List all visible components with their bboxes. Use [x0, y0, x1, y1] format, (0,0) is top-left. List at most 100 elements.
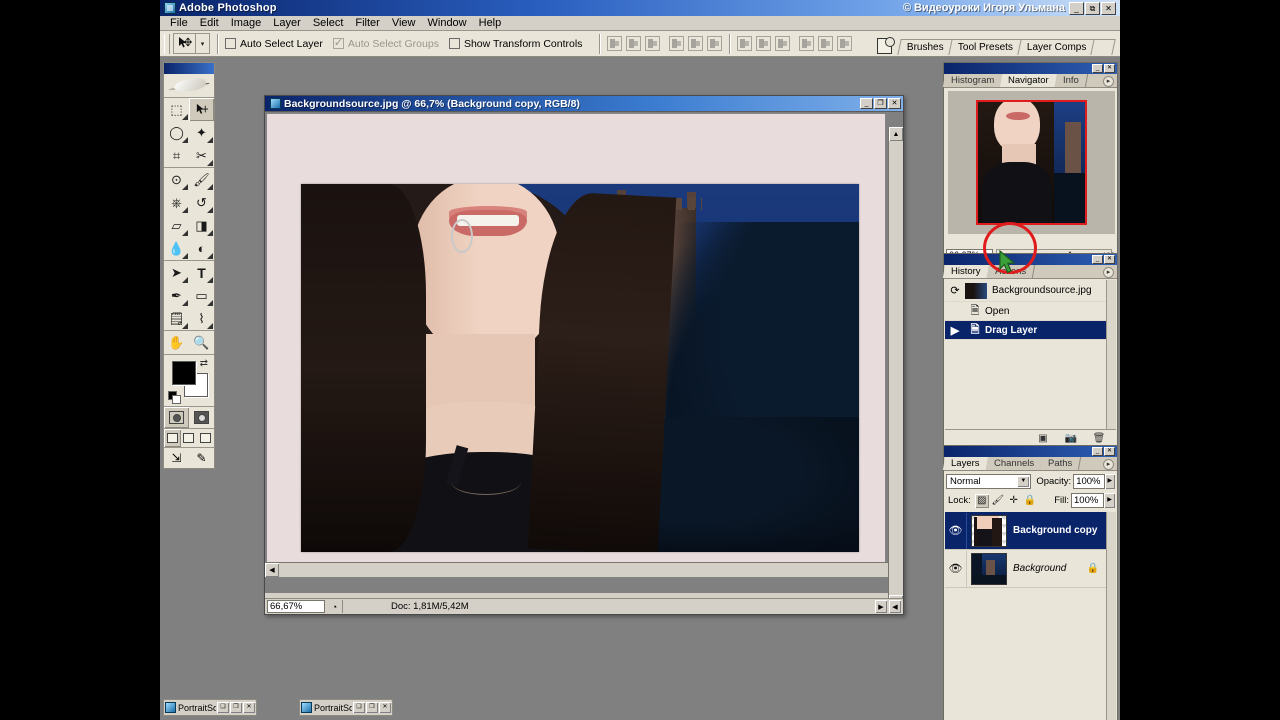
magic-wand-tool[interactable]: ✦ — [189, 121, 214, 144]
app-restore-button[interactable]: ⧉ — [1085, 1, 1100, 15]
tab-history[interactable]: History — [942, 265, 990, 278]
opacity-field[interactable]: 100% — [1073, 474, 1105, 489]
palette-tab-layer-comps[interactable]: Layer Comps — [1016, 39, 1096, 55]
scroll-left-arrow[interactable]: ◀ — [265, 563, 279, 577]
navigator-minimize-button[interactable]: _ — [1092, 64, 1103, 73]
standard-screen-mode-button[interactable] — [164, 429, 181, 447]
brush-tool[interactable]: 🖌 — [189, 168, 214, 191]
zoom-level-field[interactable]: 66,67% — [267, 600, 325, 613]
layers-title-bar[interactable]: _ ✕ — [944, 446, 1117, 457]
history-close-button[interactable]: ✕ — [1104, 255, 1115, 264]
quick-mask-mode-button[interactable] — [189, 407, 214, 428]
eyedropper-tool[interactable]: ⌇ — [189, 307, 214, 330]
palette-tab-brushes[interactable]: Brushes — [897, 39, 954, 55]
history-source-toggle[interactable]: ▶ — [945, 322, 965, 339]
go-to-bridge-icon[interactable] — [874, 35, 895, 55]
tab-info[interactable]: Info — [1054, 74, 1088, 87]
navigator-view-box[interactable] — [976, 100, 1087, 225]
menu-help[interactable]: Help — [473, 16, 508, 31]
align-horizontal-centers-icon[interactable] — [688, 36, 704, 51]
lock-image-pixels-icon[interactable]: 🖌 — [991, 494, 1005, 508]
opacity-stepper[interactable]: ▶ — [1104, 474, 1115, 489]
document-maximize-button[interactable]: ❐ — [874, 98, 887, 109]
layer-row-background-copy[interactable]: 👁 Background copy — [945, 512, 1107, 550]
jump-to-icon[interactable]: ✎ — [189, 448, 214, 468]
distribute-horizontal-centers-icon[interactable] — [818, 36, 834, 51]
document-horizontal-scrollbar[interactable]: ◀ — [265, 562, 888, 577]
type-tool[interactable]: T — [189, 261, 214, 284]
status-left-arrow[interactable]: ◀ — [889, 600, 901, 613]
path-selection-tool[interactable]: ➤ — [164, 261, 189, 284]
layers-scrollbar[interactable] — [1106, 512, 1116, 720]
align-left-edges-icon[interactable] — [669, 36, 685, 51]
layer-visibility-icon[interactable]: 👁 — [945, 550, 967, 587]
app-close-button[interactable]: ✕ — [1101, 1, 1116, 15]
align-top-edges-icon[interactable] — [607, 36, 623, 51]
minimized-restore-button[interactable]: ❏ — [217, 702, 229, 713]
document-preview-icon[interactable]: ◔ — [327, 600, 343, 613]
distribute-bottom-edges-icon[interactable] — [775, 36, 791, 51]
menu-select[interactable]: Select — [307, 16, 350, 31]
current-tool-chip[interactable]: ▾ — [173, 33, 210, 54]
minimized-maximize-button[interactable]: ❐ — [366, 702, 378, 713]
zoom-tool[interactable]: 🔍 — [189, 331, 214, 354]
new-snapshot-icon[interactable]: 📷 — [1064, 432, 1078, 445]
navigator-thumbnail-area[interactable] — [948, 91, 1115, 234]
gradient-tool[interactable]: ◨ — [189, 214, 214, 237]
layers-menu-icon[interactable]: ▸ — [1103, 459, 1114, 470]
distribute-vertical-centers-icon[interactable] — [756, 36, 772, 51]
fill-field[interactable]: 100% — [1071, 493, 1104, 508]
full-screen-with-menubar-button[interactable] — [181, 429, 198, 447]
lasso-tool[interactable]: ◯ — [164, 121, 189, 144]
history-state-drag-layer[interactable]: ▶ 🗎 Drag Layer — [945, 321, 1107, 340]
navigator-menu-icon[interactable]: ▸ — [1103, 76, 1114, 87]
palette-tab-tool-presets[interactable]: Tool Presets — [947, 39, 1023, 55]
pen-tool[interactable]: ✒ — [164, 284, 189, 307]
auto-select-layer-checkbox[interactable]: Auto Select Layer — [225, 38, 323, 50]
dodge-tool[interactable]: ◐ — [189, 237, 214, 260]
layer-row-background[interactable]: 👁 Background 🔒 — [945, 550, 1107, 588]
rectangular-marquee-tool[interactable]: ⬚ — [164, 98, 189, 121]
layer-list[interactable]: 👁 Background copy 👁 Background 🔒 — [945, 512, 1107, 720]
history-scrollbar[interactable] — [1106, 280, 1116, 429]
history-minimize-button[interactable]: _ — [1092, 255, 1103, 264]
full-screen-mode-button[interactable] — [197, 429, 214, 447]
menu-image[interactable]: Image — [225, 16, 268, 31]
scroll-up-arrow[interactable]: ▲ — [889, 127, 903, 141]
foreground-color-swatch[interactable] — [172, 361, 196, 385]
lock-position-icon[interactable]: ✛ — [1007, 494, 1021, 508]
document-vertical-scrollbar[interactable]: ▲ ▼ — [888, 127, 903, 609]
align-right-edges-icon[interactable] — [707, 36, 723, 51]
toolbox-title-bar[interactable] — [164, 63, 214, 74]
healing-brush-tool[interactable]: ⊙ — [164, 168, 189, 191]
lock-transparent-pixels-icon[interactable]: ▨ — [974, 493, 989, 508]
menu-layer[interactable]: Layer — [267, 16, 307, 31]
layers-close-button[interactable]: ✕ — [1104, 447, 1115, 456]
history-menu-icon[interactable]: ▸ — [1103, 267, 1114, 278]
notes-tool[interactable]: 🗒 — [164, 307, 189, 330]
document-minimize-button[interactable]: _ — [860, 98, 873, 109]
tab-histogram[interactable]: Histogram — [942, 74, 1004, 87]
new-document-icon[interactable]: ▣ — [1036, 432, 1050, 445]
minimized-document-2[interactable]: PortraitSour... ❏ ❐ ✕ — [299, 699, 393, 716]
document-close-button[interactable]: ✕ — [888, 98, 901, 109]
minimized-maximize-button[interactable]: ❐ — [230, 702, 242, 713]
tab-navigator[interactable]: Navigator — [1000, 74, 1059, 87]
tab-layers[interactable]: Layers — [942, 457, 989, 470]
distribute-top-edges-icon[interactable] — [737, 36, 753, 51]
blur-tool[interactable]: 💧 — [164, 237, 189, 260]
history-state-list[interactable]: ⟳ Backgroundsource.jpg 🗎 Open ▶ 🗎 Drag L… — [945, 280, 1107, 429]
snapshot-source-icon[interactable]: ⟳ — [945, 282, 965, 299]
app-minimize-button[interactable]: _ — [1069, 1, 1084, 15]
shape-tool[interactable]: ▭ — [189, 284, 214, 307]
chevron-down-icon[interactable]: ▼ — [1017, 476, 1030, 487]
blend-mode-select[interactable]: Normal ▼ — [946, 474, 1032, 489]
eraser-tool[interactable]: ▱ — [164, 214, 189, 237]
move-tool[interactable] — [189, 98, 214, 121]
menu-file[interactable]: File — [164, 16, 194, 31]
tab-channels[interactable]: Channels — [985, 457, 1043, 470]
tool-preset-chevron-icon[interactable]: ▾ — [196, 34, 209, 53]
document-title-bar[interactable]: Backgroundsource.jpg @ 66,7% (Background… — [265, 96, 903, 111]
tab-paths[interactable]: Paths — [1039, 457, 1082, 470]
hand-tool[interactable]: ✋ — [164, 331, 189, 354]
